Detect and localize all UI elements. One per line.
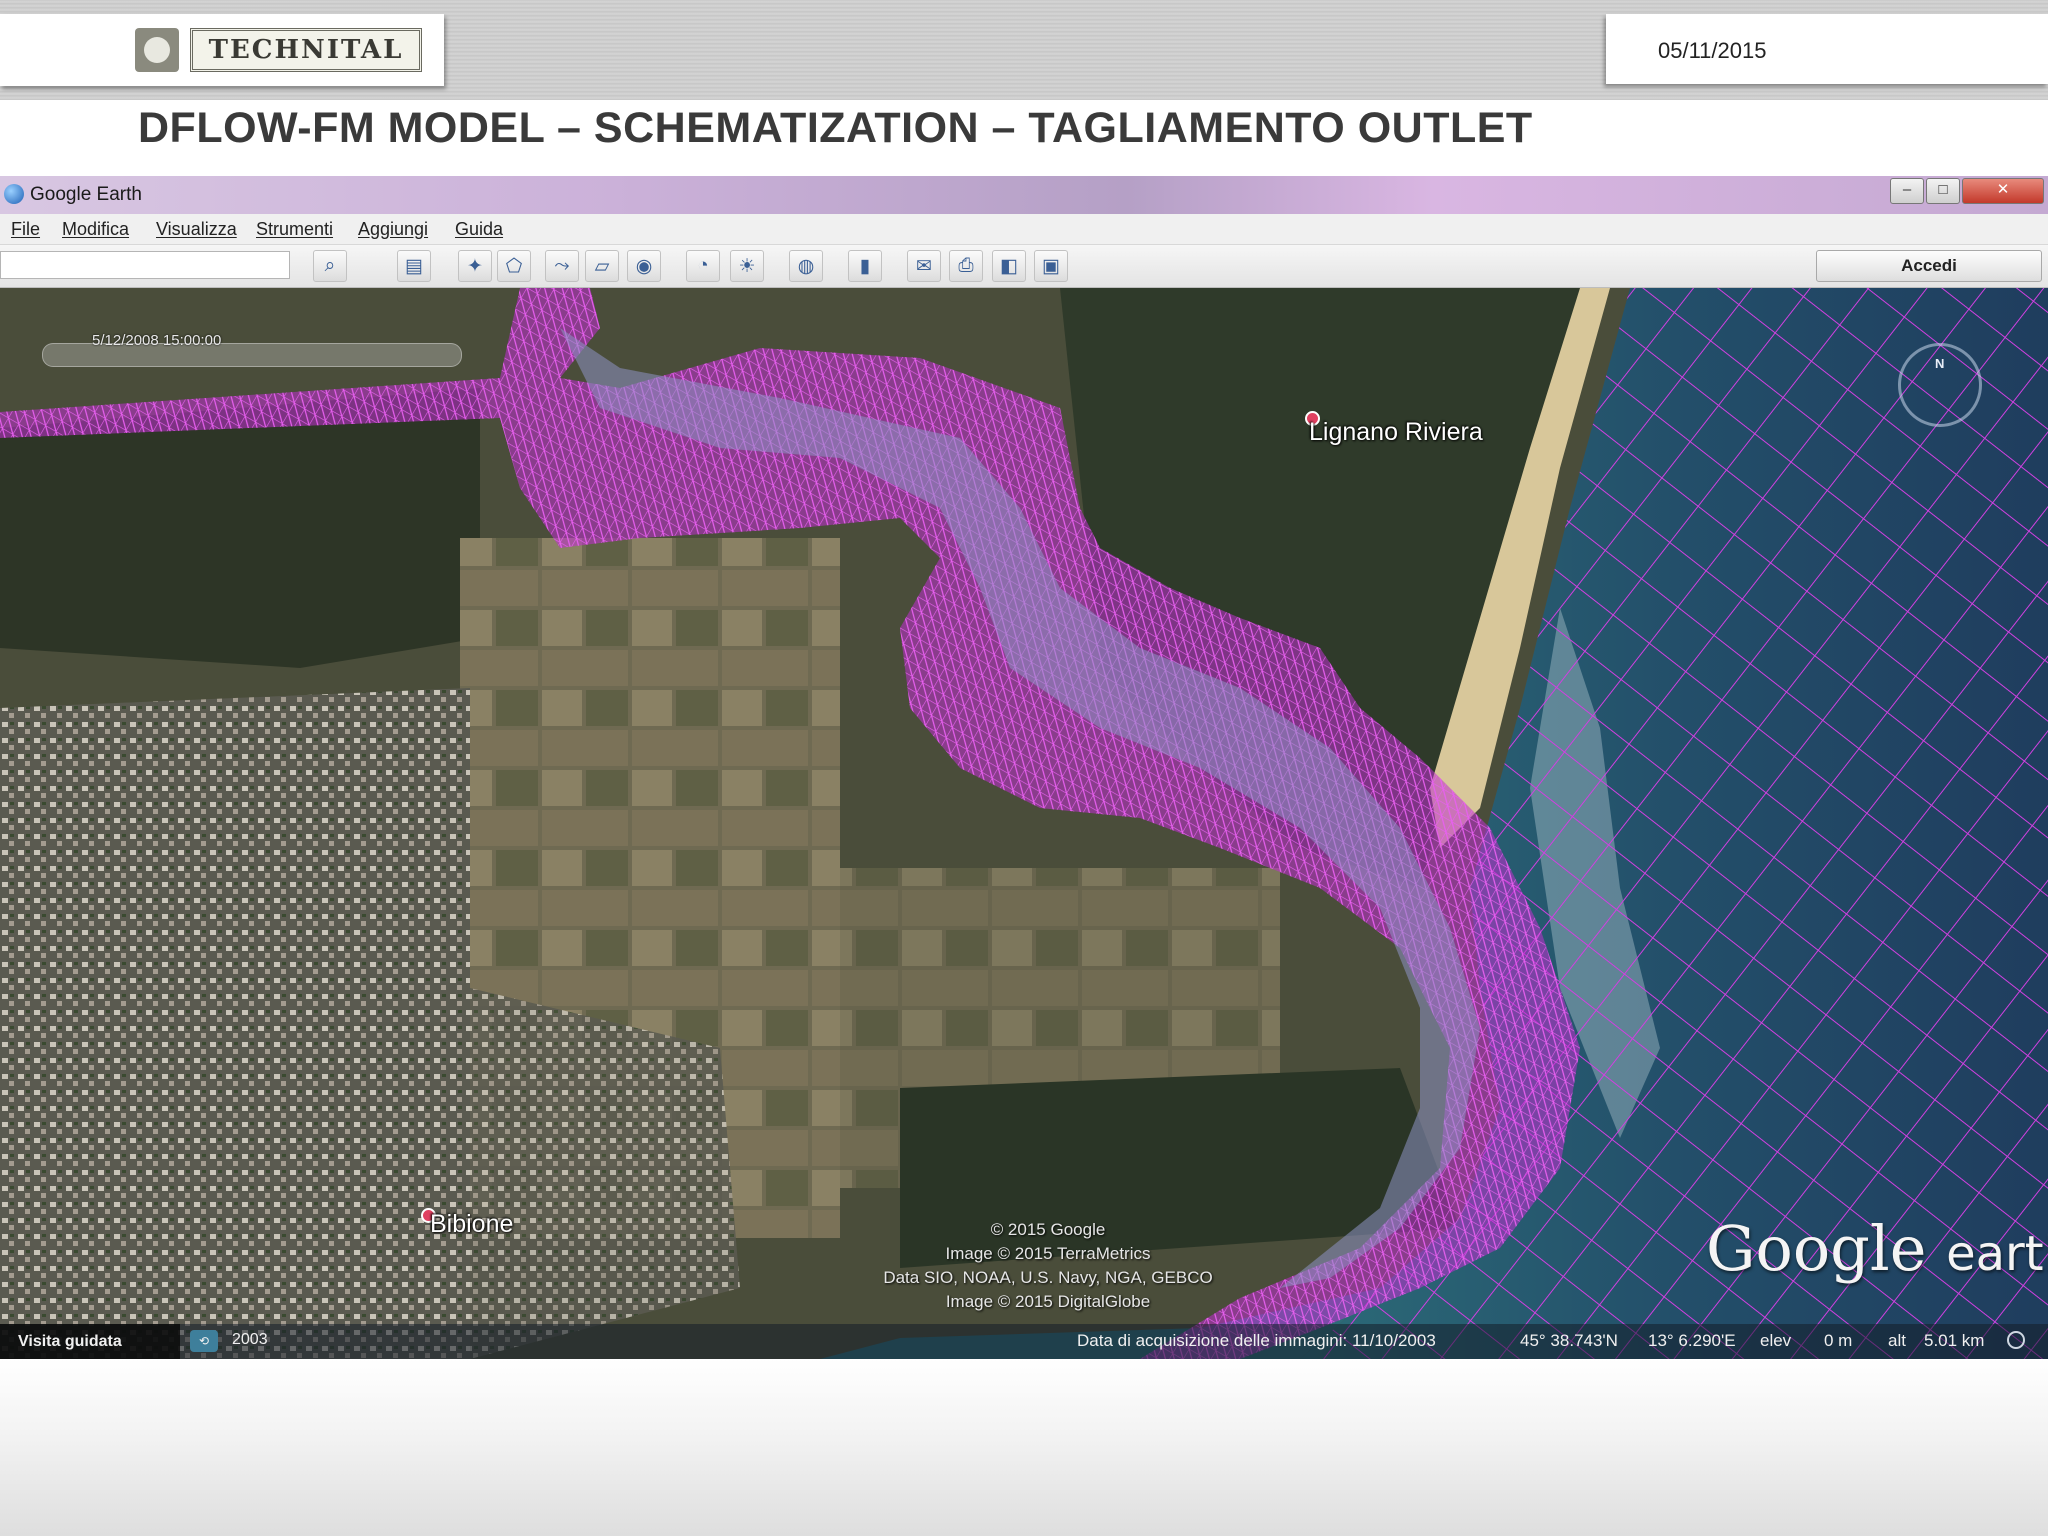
- elevation-value: 0 m: [1824, 1331, 1853, 1350]
- imagery-credits: © 2015 Google Image © 2015 TerraMetrics …: [838, 1218, 1258, 1314]
- menu-guida[interactable]: Guida: [455, 219, 503, 240]
- maps-icon[interactable]: ◧: [992, 250, 1026, 282]
- menu-visualizza[interactable]: Visualizza: [156, 219, 237, 240]
- place-label-lignano[interactable]: Lignano Riviera: [1309, 418, 1483, 447]
- guided-tour-button[interactable]: Visita guidata: [0, 1324, 180, 1359]
- historical-year: 2003: [232, 1331, 268, 1348]
- logo-word-google: Google: [1706, 1212, 1927, 1285]
- latitude-readout: 45° 38.743'N: [1520, 1331, 1618, 1350]
- google-earth-app-icon: [4, 184, 24, 204]
- close-button[interactable]: ✕: [1962, 178, 2044, 204]
- polygon-icon[interactable]: ⬠: [497, 250, 531, 282]
- maximize-button[interactable]: □: [1926, 178, 1960, 204]
- overlay-icon[interactable]: ▱: [585, 250, 619, 282]
- menu-modifica[interactable]: Modifica: [62, 219, 129, 240]
- ruler-icon[interactable]: ▮: [848, 250, 882, 282]
- menu-file[interactable]: File: [11, 219, 40, 240]
- longitude-readout: 13° 6.290'E: [1648, 1331, 1736, 1350]
- altitude-value: 5.01 km: [1924, 1331, 1985, 1350]
- status-bar: Visita guidata ⟲ 2003 Data di acquisizio…: [0, 1324, 2048, 1359]
- google-earth-window: Google Earth – □ ✕ File Modifica Visuali…: [0, 176, 2048, 1359]
- slide-date: 05/11/2015: [1658, 38, 1767, 63]
- compass-north-label: N: [1935, 356, 1945, 371]
- tour-icon[interactable]: ◉: [627, 250, 661, 282]
- date-box: 05/11/2015: [1606, 14, 2048, 84]
- search-input[interactable]: [0, 251, 290, 279]
- toolbar: ⌕ ▤ ✦ ⬠ ⤳ ▱ ◉ ◔ ☀ ◍ ▮ ✉ ⎙ ◧ ▣ Accedi: [0, 245, 2048, 288]
- google-earth-logo: Google earth: [1706, 1212, 2048, 1285]
- planet-icon[interactable]: ◍: [789, 250, 823, 282]
- placemark-icon[interactable]: ✦: [458, 250, 492, 282]
- map-view[interactable]: 5/12/2008 15:00:00 Lignano Riviera Bibio…: [0, 288, 2048, 1359]
- window-titlebar: Google Earth – □ ✕: [0, 176, 2048, 214]
- time-slider-label: 5/12/2008 15:00:00: [92, 332, 222, 349]
- acquisition-date: Data di acquisizione delle immagini: 11/…: [1077, 1331, 1436, 1350]
- place-label-bibione[interactable]: Bibione: [430, 1210, 513, 1239]
- window-title: Google Earth: [30, 184, 142, 205]
- email-icon[interactable]: ✉: [907, 250, 941, 282]
- logo-mark-icon: [135, 28, 179, 72]
- historical-icon[interactable]: ◔: [686, 250, 720, 282]
- login-button[interactable]: Accedi: [1816, 250, 2042, 282]
- logo-word-earth: earth: [1946, 1226, 2048, 1282]
- sunlight-icon[interactable]: ☀: [730, 250, 764, 282]
- search-icon[interactable]: ⌕: [313, 250, 347, 282]
- menu-strumenti[interactable]: Strumenti: [256, 219, 333, 240]
- altitude-label: alt: [1888, 1331, 1906, 1350]
- credit-line: © 2015 Google: [990, 1220, 1106, 1239]
- credit-line: Image © 2015 DigitalGlobe: [945, 1292, 1151, 1311]
- slide-footer: [0, 1359, 2048, 1536]
- minimize-button[interactable]: –: [1890, 178, 1924, 204]
- path-icon[interactable]: ⤳: [545, 250, 579, 282]
- credit-line: Image © 2015 TerraMetrics: [945, 1244, 1151, 1263]
- technital-logo: TECHNITAL: [0, 14, 444, 86]
- sidebar-icon[interactable]: ▤: [397, 250, 431, 282]
- print-icon[interactable]: ⎙: [949, 250, 983, 282]
- credit-line: Data SIO, NOAA, U.S. Navy, NGA, GEBCO: [883, 1268, 1213, 1287]
- save-image-icon[interactable]: ▣: [1034, 250, 1068, 282]
- historical-imagery-icon[interactable]: ⟲: [190, 1330, 218, 1352]
- slide-title: DFLOW-FM MODEL – SCHEMATIZATION – TAGLIA…: [138, 104, 1533, 152]
- satellite-map-with-mesh: [0, 288, 2048, 1359]
- compass-icon[interactable]: N: [1898, 343, 1982, 427]
- menu-aggiungi[interactable]: Aggiungi: [358, 219, 428, 240]
- menu-bar: File Modifica Visualizza Strumenti Aggiu…: [0, 214, 2048, 245]
- logo-text: TECHNITAL: [190, 28, 422, 72]
- streaming-globe-icon: [2007, 1331, 2025, 1349]
- elevation-label: elev: [1760, 1331, 1792, 1350]
